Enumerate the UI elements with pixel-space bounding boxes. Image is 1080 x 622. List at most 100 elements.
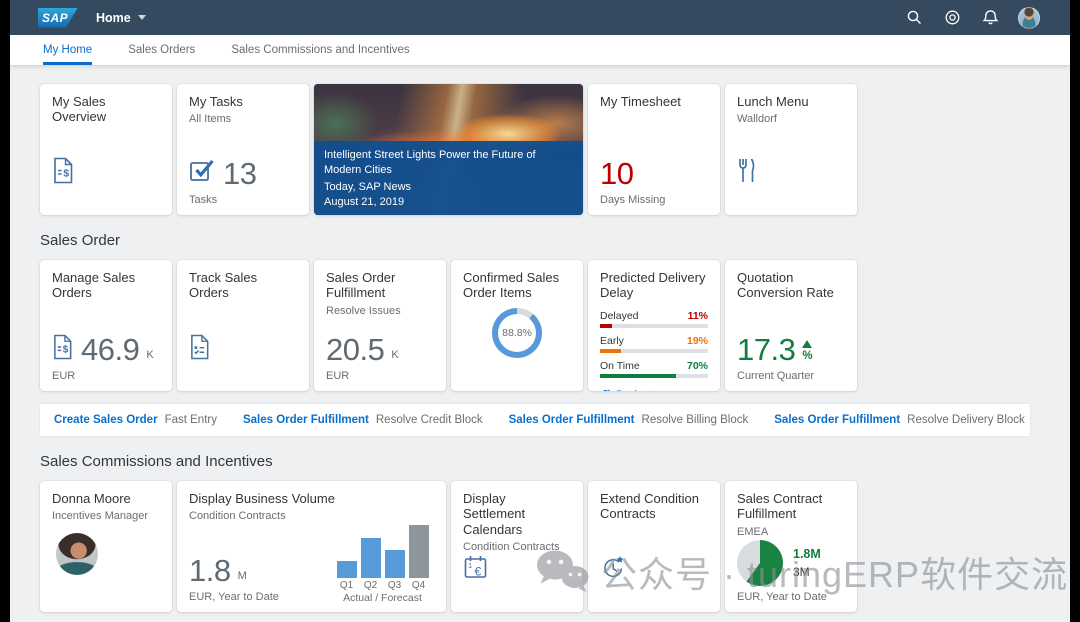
tile-title: My Timesheet <box>600 94 681 109</box>
tile-lunch-menu[interactable]: Lunch Menu Walldorf <box>725 84 857 215</box>
commissions-tile-row: Donna Moore Incentives Manager Display B… <box>40 481 1040 612</box>
tile-my-tasks[interactable]: My Tasks All Items 13 Tasks <box>177 84 309 215</box>
refresh-icon <box>603 389 610 391</box>
screen: SAP Home My Home Sales Orders Sales Comm… <box>0 0 1080 622</box>
tile-footer <box>463 591 571 604</box>
tile-my-sales-overview[interactable]: My Sales Overview $ <box>40 84 172 215</box>
tile-footer: EUR <box>326 370 350 382</box>
bar-category: Q4 <box>411 580 426 592</box>
kpi-value: 17.3 <box>737 332 796 367</box>
tile-quotation-conversion-rate[interactable]: Quotation Conversion Rate 17.3 % Current… <box>725 260 857 391</box>
user-avatar[interactable] <box>1018 6 1040 29</box>
bar-label: On Time <box>600 359 640 372</box>
confirmed-donut-ring: 88.8% <box>492 307 542 358</box>
bar-value: 11% <box>687 309 708 322</box>
tile-title: Confirmed Sales Order Items <box>463 270 560 301</box>
sap-logo[interactable]: SAP <box>38 7 78 28</box>
bar-value: 70% <box>686 359 708 372</box>
section-heading-commissions: Sales Commissions and Incentives <box>40 453 273 470</box>
bar-fill <box>600 348 621 353</box>
tile-title: Sales Contract Fulfillment <box>737 491 823 522</box>
tile-footer: Current Quarter <box>737 370 815 382</box>
kpi-scale: K <box>146 348 154 361</box>
tile-subtitle: Resolve Issues <box>326 304 401 317</box>
tab-sales-orders[interactable]: Sales Orders <box>128 35 195 65</box>
link-description: Resolve Delivery Block <box>907 414 1025 426</box>
tab-sales-commissions[interactable]: Sales Commissions and Incentives <box>231 35 409 65</box>
shell-title-label: Home <box>96 10 131 25</box>
confirmed-donut-label: 88.8% <box>498 313 536 352</box>
tab-my-home[interactable]: My Home <box>43 35 93 65</box>
tile-footer: EUR <box>52 370 76 382</box>
task-check-icon <box>189 157 216 189</box>
contract-actual-value: 1.8M <box>793 546 821 561</box>
link-description: Resolve Billing Block <box>641 414 749 426</box>
svg-text:$: $ <box>63 345 69 356</box>
tile-title: My Tasks <box>189 94 243 109</box>
quick-links-bar: Create Sales Order Fast Entry Sales Orde… <box>40 404 1030 436</box>
tile-title: Predicted Delivery Delay <box>600 270 706 301</box>
news-headline: Intelligent Street Lights Power the Futu… <box>324 149 536 176</box>
tile-footer <box>189 370 297 383</box>
document-checklist-icon <box>189 334 211 365</box>
tile-extend-condition-contracts[interactable]: Extend Condition Contracts <box>588 481 720 612</box>
bar-category: Q3 <box>387 580 402 592</box>
tile-title: Display Settlement Calendars <box>463 491 526 537</box>
tile-footer: EUR, Year to Date <box>737 591 827 603</box>
link-group: Sales Order Fulfillment Resolve Credit B… <box>243 414 483 426</box>
bar-label: Early <box>600 334 624 347</box>
tile-confirmed-sales-order-items[interactable]: Confirmed Sales Order Items 88.8% <box>451 260 583 391</box>
tile-display-settlement-calendars[interactable]: Display Settlement Calendars Condition C… <box>451 481 583 612</box>
tile-title: Extend Condition Contracts <box>600 491 700 522</box>
tile-predicted-delivery-delay[interactable]: Predicted Delivery Delay Delayed 11% Ear… <box>588 260 720 391</box>
anchor-tab-bar: My Home Sales Orders Sales Commissions a… <box>10 35 1070 66</box>
svg-text:€: € <box>475 565 482 579</box>
tile-footer <box>52 591 160 604</box>
comparison-chart: Delayed 11% Early 19% On Time 70% <box>600 310 708 385</box>
chart-caption: Actual / Forecast <box>343 592 422 605</box>
tile-news[interactable]: Intelligent Street Lights Power the Futu… <box>314 84 583 215</box>
tile-subtitle: EMEA <box>737 525 769 538</box>
tasks-count: 13 <box>223 155 257 191</box>
contract-target-value: 3M <box>793 564 810 579</box>
tile-title: My Sales Overview <box>52 94 107 125</box>
link-sales-order-fulfillment-delivery[interactable]: Sales Order Fulfillment <box>774 414 900 426</box>
bar-value: 19% <box>686 334 708 347</box>
tile-subtitle: Incentives Manager <box>52 510 148 523</box>
tile-subtitle: Condition Contracts <box>189 510 286 523</box>
tile-footer: Days Missing <box>600 194 666 206</box>
kpi-value: 20.5 <box>326 332 385 367</box>
link-create-sales-order[interactable]: Create Sales Order <box>54 414 158 426</box>
tile-title: Donna Moore <box>52 491 131 506</box>
comparison-row: Early 19% <box>600 335 708 353</box>
kpi-value: 1.8 <box>189 553 231 589</box>
tile-sales-contract-fulfillment[interactable]: Sales Contract Fulfillment EMEA 1.8M 3M … <box>725 481 857 612</box>
search-icon[interactable] <box>904 8 924 28</box>
tile-subtitle: Walldorf <box>737 113 777 126</box>
kpi-unit: % <box>802 349 813 362</box>
refresh-text: 5 minutes ago <box>616 389 685 391</box>
link-description: Resolve Credit Block <box>375 414 483 426</box>
link-sales-order-fulfillment-billing[interactable]: Sales Order Fulfillment <box>509 414 635 426</box>
home-menu-button[interactable]: Home <box>96 11 146 25</box>
tile-display-business-volume[interactable]: Display Business Volume Condition Contra… <box>177 481 446 612</box>
bar-q3 <box>384 550 405 579</box>
tile-footer <box>737 194 845 207</box>
link-group: Sales Order Fulfillment Resolve Billing … <box>509 414 749 426</box>
shell-actions <box>904 6 1040 29</box>
link-sales-order-fulfillment-credit[interactable]: Sales Order Fulfillment <box>243 414 369 426</box>
chevron-down-icon <box>137 15 146 20</box>
tile-my-timesheet[interactable]: My Timesheet 10 Days Missing <box>588 84 720 215</box>
timesheet-value: 10 <box>600 156 634 191</box>
refresh-status[interactable]: 5 minutes ago <box>600 389 708 391</box>
bar-category: Q2 <box>363 580 378 592</box>
tile-sales-order-fulfillment[interactable]: Sales Order Fulfillment Resolve Issues 2… <box>314 260 446 391</box>
comparison-row: On Time 70% <box>600 360 708 378</box>
quarterly-bar-chart: Q1 Q2 Q3 Q4 Actual / Forecast <box>331 522 434 604</box>
tile-manage-sales-orders[interactable]: Manage Sales Orders $ 46.9 K EUR <box>40 260 172 391</box>
tile-donna-moore[interactable]: Donna Moore Incentives Manager <box>40 481 172 612</box>
tile-footer <box>463 370 571 383</box>
tile-track-sales-orders[interactable]: Track Sales Orders <box>177 260 309 391</box>
notifications-bell-icon[interactable] <box>980 8 1000 28</box>
copilot-icon[interactable] <box>942 8 962 28</box>
